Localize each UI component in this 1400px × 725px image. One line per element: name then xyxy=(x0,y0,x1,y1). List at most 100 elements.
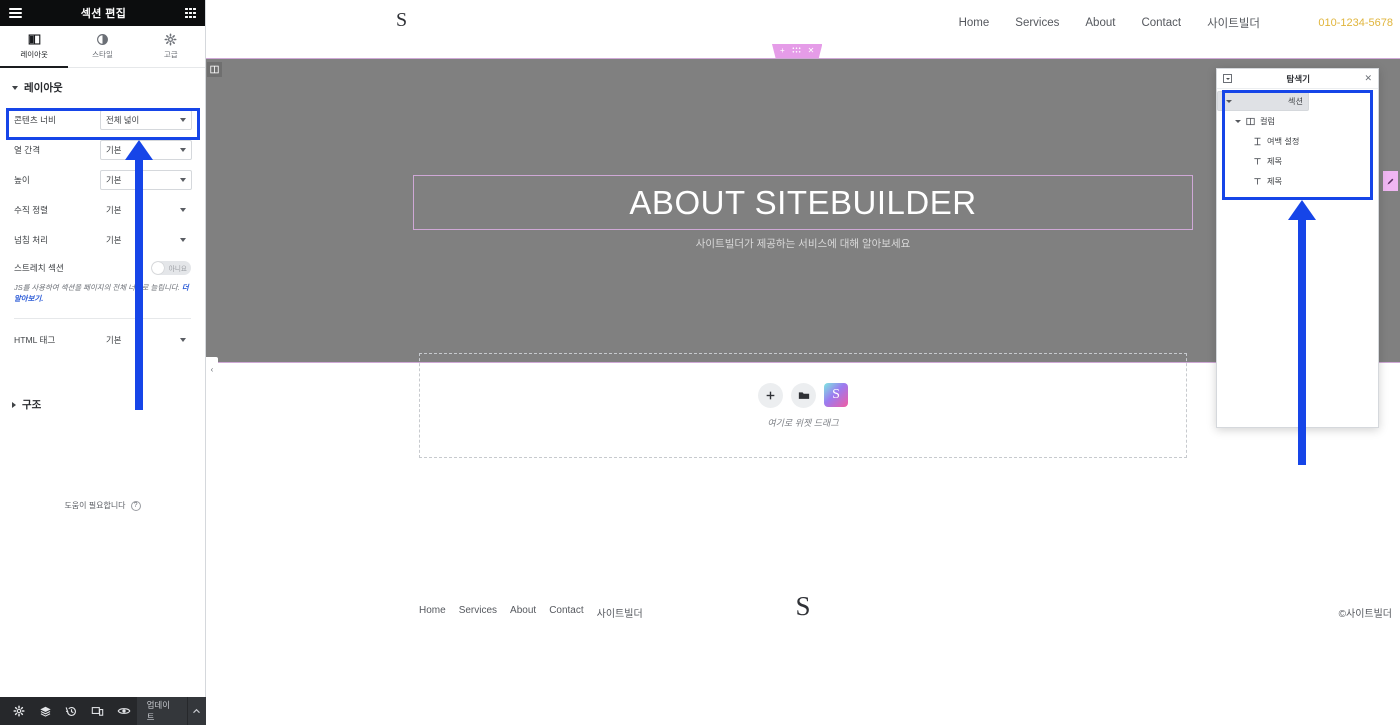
navigator-item-spacer[interactable]: 여백 설정 xyxy=(1217,131,1378,151)
field-height-label: 높이 xyxy=(14,175,30,185)
navigator-item-heading-1-label: 제목 xyxy=(1267,157,1283,166)
layout-columns-icon xyxy=(28,33,41,46)
field-stretch-section-label: 스트레치 섹션 xyxy=(14,262,64,273)
chevron-up-icon[interactable] xyxy=(186,697,207,725)
header-nav-link-home[interactable]: Home xyxy=(959,17,990,29)
help-link[interactable]: 도움이 필요합니다 ? xyxy=(0,500,205,511)
heading-icon xyxy=(1253,177,1262,186)
contrast-circle-icon xyxy=(96,33,109,46)
section-close-icon[interactable]: ✕ xyxy=(808,47,815,55)
grid-apps-icon[interactable] xyxy=(185,7,196,19)
history-icon[interactable] xyxy=(58,697,84,725)
navigator-item-column[interactable]: 컬럼 xyxy=(1217,111,1378,131)
header-nav-link-services[interactable]: Services xyxy=(1015,17,1059,29)
footer-logo[interactable]: S xyxy=(206,591,1400,622)
section-add-icon[interactable]: + xyxy=(780,47,785,55)
vertical-align-select[interactable]: 기본 xyxy=(100,200,192,220)
sitebuilder-logo-letter: S xyxy=(832,387,840,402)
panel-divider xyxy=(14,318,191,320)
navigator-item-section-label: 섹션 xyxy=(1287,97,1303,106)
header-phone[interactable]: 010-1234-5678 xyxy=(1318,0,1393,46)
question-mark-icon: ? xyxy=(130,500,141,511)
column-gap-select[interactable]: 기본 xyxy=(100,140,192,160)
field-content-width-label: 콘텐츠 너비 xyxy=(14,115,56,125)
section-header-layout-label: 레이아웃 xyxy=(24,82,63,94)
site-header: S Home Services About Contact 사이트빌더 010-… xyxy=(206,0,1400,46)
section-header-layout[interactable]: 레이아웃 xyxy=(0,68,205,105)
stretch-section-toggle-value: 아니요 xyxy=(168,265,187,273)
update-button[interactable]: 업데이트 xyxy=(136,697,187,725)
canvas-collapse-toggle[interactable]: ‹ xyxy=(206,357,218,381)
navigator-tree: 섹션 컬럼 여백 설정 제목 제목 xyxy=(1217,89,1378,427)
section-header-structure[interactable]: 구조 xyxy=(0,385,205,422)
header-nav-link-sitebuilder[interactable]: 사이트빌더 xyxy=(1207,15,1260,31)
column-icon xyxy=(1246,117,1255,126)
vertical-align-value: 기본 xyxy=(106,205,122,215)
dock-icon[interactable] xyxy=(1223,74,1232,83)
stretch-section-note: JS를 사용하여 섹션을 페이지의 전체 너비로 늘립니다. 더 알아보기. xyxy=(0,280,205,312)
overflow-select[interactable]: 기본 xyxy=(100,230,192,250)
gear-icon xyxy=(164,33,177,46)
chevron-right-icon xyxy=(12,401,16,408)
dropzone-label: 여기로 위젯 드래그 xyxy=(767,417,839,428)
chevron-down-icon xyxy=(180,238,186,242)
field-overflow-label: 넘침 처리 xyxy=(14,235,49,245)
tab-advanced[interactable]: 고급 xyxy=(137,26,205,67)
hero-title-block[interactable]: ABOUT SITEBUILDER xyxy=(413,175,1193,230)
field-vertical-align-label: 수직 정렬 xyxy=(14,205,49,215)
header-nav-link-about[interactable]: About xyxy=(1085,17,1115,29)
html-tag-value: 기본 xyxy=(106,335,122,346)
hero-title: ABOUT SITEBUILDER xyxy=(629,183,977,221)
eye-preview-icon[interactable] xyxy=(111,697,137,725)
chevron-down-icon xyxy=(180,208,186,212)
chevron-down-icon xyxy=(180,338,186,343)
drag-handle-icon[interactable] xyxy=(792,46,801,56)
navigator-item-heading-2-label: 제목 xyxy=(1267,177,1283,186)
layers-icon[interactable] xyxy=(32,697,58,725)
navigator-title: 탐색기 xyxy=(1286,73,1311,84)
tab-layout[interactable]: 레이아웃 xyxy=(0,26,69,68)
gear-icon[interactable] xyxy=(6,697,32,725)
responsive-preview-icon[interactable] xyxy=(84,697,110,725)
app-root: 섹션 편집 레이아웃 스타일 고급 레이아웃 콘텐츠 너비 전체 넓이 열 간격… xyxy=(0,0,1400,725)
navigator-item-heading-1[interactable]: 제목 xyxy=(1217,151,1378,171)
tab-style[interactable]: 스타일 xyxy=(68,26,136,67)
html-tag-select[interactable]: 기본 xyxy=(100,330,192,350)
widget-dropzone[interactable]: S 여기로 위젯 드래그 xyxy=(419,353,1187,458)
section-header-structure-label: 구조 xyxy=(22,399,42,412)
content-width-select[interactable]: 전체 넓이 xyxy=(100,110,192,130)
header-nav-link-contact[interactable]: Contact xyxy=(1141,17,1181,29)
navigator-header: 탐색기 ✕ xyxy=(1217,69,1378,89)
chevron-down-icon xyxy=(1235,119,1241,123)
column-icon[interactable] xyxy=(207,62,222,77)
dropzone-buttons: S xyxy=(758,382,848,408)
site-footer: Home Services About Contact 사이트빌더 S ©사이트… xyxy=(206,591,1400,635)
overflow-value: 기본 xyxy=(106,235,122,245)
chevron-down-icon xyxy=(180,148,186,152)
header-logo[interactable]: S xyxy=(396,9,407,32)
sidebar-tabs: 레이아웃 스타일 고급 xyxy=(0,26,205,68)
navigator-item-spacer-label: 여백 설정 xyxy=(1267,137,1300,146)
tab-style-label: 스타일 xyxy=(92,50,113,59)
sitebuilder-logo-icon[interactable]: S xyxy=(824,383,848,407)
navigator-item-section[interactable]: 섹션 xyxy=(1217,91,1309,111)
chevron-down-icon xyxy=(180,118,186,122)
height-value: 기본 xyxy=(106,175,122,185)
close-icon[interactable]: ✕ xyxy=(1364,74,1372,83)
pencil-icon[interactable] xyxy=(1383,171,1398,191)
sidebar-body: 레이아웃 콘텐츠 너비 전체 넓이 열 간격 기본 높이 기본 수직 정렬 기본… xyxy=(0,68,205,725)
column-gap-value: 기본 xyxy=(106,145,122,155)
navigator-panel: 탐색기 ✕ 섹션 컬럼 여백 설정 제목 제목 xyxy=(1216,68,1379,428)
add-widget-button[interactable] xyxy=(758,382,783,408)
height-select[interactable]: 기본 xyxy=(100,170,192,190)
folder-icon[interactable] xyxy=(791,382,816,408)
field-html-tag-label: HTML 태그 xyxy=(14,335,56,346)
hamburger-menu-icon[interactable] xyxy=(9,8,22,18)
field-vertical-align: 수직 정렬 기본 xyxy=(0,195,205,225)
chevron-down-icon xyxy=(1226,99,1232,103)
field-height: 높이 기본 xyxy=(0,165,205,195)
spacer-icon xyxy=(1253,137,1262,146)
navigator-item-heading-2[interactable]: 제목 xyxy=(1217,171,1378,191)
heading-icon xyxy=(1253,157,1262,166)
stretch-section-toggle[interactable]: 아니요 xyxy=(151,260,191,275)
